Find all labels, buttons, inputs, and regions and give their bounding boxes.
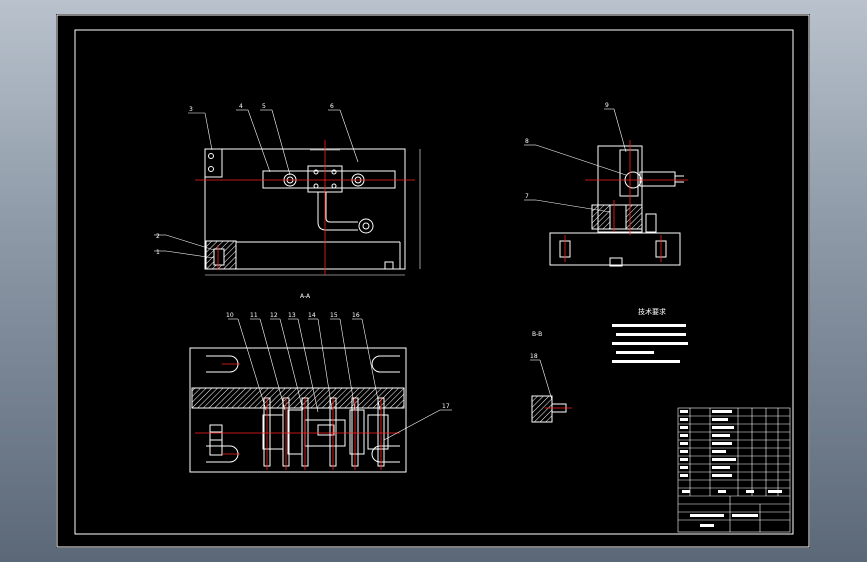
balloon-15: 15 [330, 312, 338, 319]
balloon-7: 7 [525, 193, 529, 200]
balloon-1: 1 [156, 249, 160, 256]
outer-border [56, 14, 810, 548]
front-view [204, 148, 421, 276]
balloon-10: 10 [226, 312, 234, 319]
top-view [189, 347, 407, 473]
balloon-14: 14 [308, 312, 316, 319]
balloon-9: 9 [605, 102, 609, 109]
balloon-18: 18 [530, 353, 538, 360]
balloon-13: 13 [288, 312, 296, 319]
section-label-bb: B-B [532, 331, 542, 338]
balloon-11: 11 [250, 312, 258, 319]
notes-title: 技术要求 [638, 307, 666, 316]
balloon-5: 5 [262, 103, 266, 110]
detail-bb [531, 395, 567, 423]
cad-canvas: 1 2 3 4 5 6 7 8 9 10 11 12 13 14 15 16 1… [56, 14, 810, 548]
balloon-2: 2 [156, 233, 160, 240]
title-block-text [680, 410, 782, 527]
notes-lines [612, 324, 688, 363]
balloon-8: 8 [525, 138, 529, 145]
section-label-aa: A-A [300, 293, 311, 300]
balloon-4: 4 [239, 103, 243, 110]
balloon-3: 3 [189, 106, 193, 113]
balloon-16: 16 [352, 312, 360, 319]
side-view [549, 145, 684, 267]
balloon-6: 6 [330, 103, 334, 110]
side-view-centerlines [564, 140, 688, 262]
balloon-12: 12 [270, 312, 278, 319]
balloon-17: 17 [442, 403, 450, 410]
